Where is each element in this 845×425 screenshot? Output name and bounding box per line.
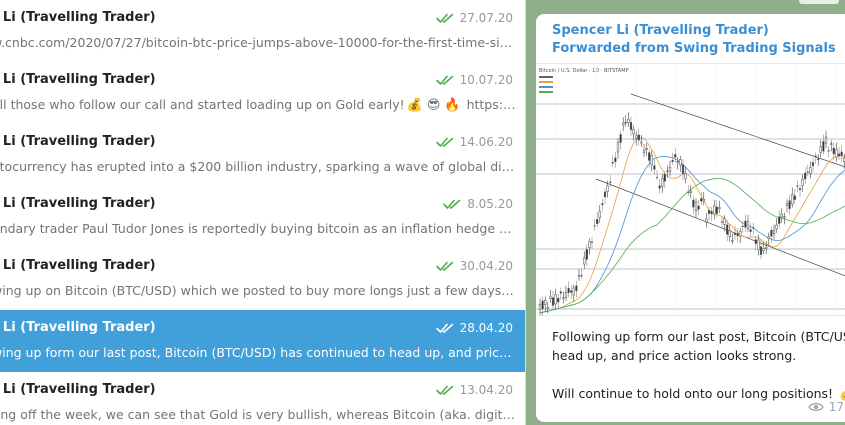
double-check-icon xyxy=(435,385,453,395)
chat-list-item[interactable]: r Li (Travelling Trader) 28.04.20 wing u… xyxy=(0,310,525,372)
message-bubble[interactable]: Spencer Li (Travelling Trader) Forwarded… xyxy=(536,14,845,422)
chat-meta: 10.07.20 xyxy=(435,73,513,87)
chat-date: 14.06.20 xyxy=(459,135,513,149)
chat-title: r Li (Travelling Trader) xyxy=(0,134,156,149)
chat-list-item[interactable]: r Li (Travelling Trader) 27.07.20 w.cnbc… xyxy=(0,0,525,62)
chat-preview: w.cnbc.com/2020/07/27/bitcoin-btc-price-… xyxy=(0,35,516,50)
message-text-line: head up, and price action looks strong. xyxy=(552,348,797,363)
chat-preview: all those who follow our call and starte… xyxy=(0,97,516,113)
chat-meta: 30.04.20 xyxy=(435,259,513,273)
chat-preview: wing up form our last post, Bitcoin (BTC… xyxy=(0,345,516,360)
message-views: 17 xyxy=(807,400,844,414)
chat-meta: 27.07.20 xyxy=(435,11,513,25)
double-check-icon xyxy=(435,13,453,23)
chat-preview-text: all those who follow our call and starte… xyxy=(0,97,405,112)
chat-preview: endary trader Paul Tudor Jones is report… xyxy=(0,221,516,236)
double-check-icon xyxy=(435,261,453,271)
message-text-line: Following up form our last post, Bitcoin… xyxy=(552,329,845,344)
chat-preview-link: https:/... xyxy=(466,97,516,112)
message-text: Following up form our last post, Bitcoin… xyxy=(552,327,845,404)
chart-symbol-caption: Bitcoin / U.S. Dollar · 1D · BITSTAMP xyxy=(539,68,629,74)
message-stub xyxy=(799,0,839,4)
chat-meta: 28.04.20 xyxy=(435,321,513,335)
btc-chart-image: Bitcoin / U.S. Dollar · 1D · BITSTAMP xyxy=(536,64,845,317)
chat-title: r Li (Travelling Trader) xyxy=(0,72,156,87)
view-count: 17 xyxy=(828,400,844,414)
chat-list-item[interactable]: r Li (Travelling Trader) 10.07.20 all th… xyxy=(0,62,525,124)
chat-history-pane: Spencer Li (Travelling Trader) Forwarded… xyxy=(526,0,845,425)
message-sender[interactable]: Spencer Li (Travelling Trader) xyxy=(552,23,769,38)
chat-title: r Li (Travelling Trader) xyxy=(0,382,156,397)
chat-date: 28.04.20 xyxy=(459,321,513,335)
chat-meta: 13.04.20 xyxy=(435,383,513,397)
chat-date: 10.07.20 xyxy=(459,73,513,87)
money-bag-icon: 💰 xyxy=(406,98,423,113)
chat-date: 30.04.20 xyxy=(459,259,513,273)
chat-list-item[interactable]: r Li (Travelling Trader) 30.04.20 wing u… xyxy=(0,248,525,310)
chat-title: r Li (Travelling Trader) xyxy=(0,258,156,273)
double-check-icon xyxy=(435,137,453,147)
chat-list-item[interactable]: r Li (Travelling Trader) 13.04.20 ting o… xyxy=(0,372,525,425)
chat-preview: wing up on Bitcoin (BTC/USD) which we po… xyxy=(0,283,516,298)
chat-meta: 8.05.20 xyxy=(443,197,513,211)
fire-icon: 🔥 xyxy=(444,98,461,113)
chat-date: 13.04.20 xyxy=(459,383,513,397)
chat-list-item[interactable]: r Li (Travelling Trader) 8.05.20 endary … xyxy=(0,186,525,248)
double-check-icon xyxy=(443,199,461,209)
chat-date: 27.07.20 xyxy=(459,11,513,25)
eye-icon xyxy=(807,402,824,412)
chat-list-item[interactable]: r Li (Travelling Trader) 14.06.20 otocur… xyxy=(0,124,525,186)
double-check-icon xyxy=(435,75,453,85)
double-check-icon xyxy=(435,323,453,333)
chat-title: r Li (Travelling Trader) xyxy=(0,320,156,335)
chat-list: r Li (Travelling Trader) 27.07.20 w.cnbc… xyxy=(0,0,525,425)
chat-title: r Li (Travelling Trader) xyxy=(0,10,156,25)
chat-date: 8.05.20 xyxy=(467,197,513,211)
chart-photo[interactable]: Bitcoin / U.S. Dollar · 1D · BITSTAMP xyxy=(536,63,845,317)
message-text-line: Will continue to hold onto our long posi… xyxy=(552,384,845,404)
chat-title: r Li (Travelling Trader) xyxy=(0,196,156,211)
chat-preview: otocurrency has erupted into a $200 bill… xyxy=(0,159,516,174)
chat-preview: ting off the week, we can see that Gold … xyxy=(0,407,516,422)
chat-meta: 14.06.20 xyxy=(435,135,513,149)
forwarded-from-label[interactable]: Forwarded from Swing Trading Signals xyxy=(552,41,836,56)
sunglasses-face-icon: 😎 xyxy=(426,98,441,113)
